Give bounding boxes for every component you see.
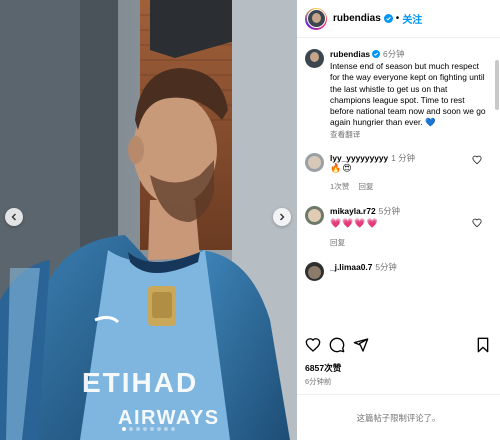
caption-time: 6分钟 [383, 49, 405, 59]
comment-icon[interactable] [329, 337, 345, 353]
chevron-left-icon [11, 213, 16, 221]
carousel-dot [129, 427, 133, 431]
post-header: rubendias • 关注 [297, 0, 500, 38]
comment-time: 5分钟 [375, 261, 397, 272]
carousel-dot [150, 427, 154, 431]
comments-list[interactable]: rubendias 6分钟 Intense end of season but m… [297, 43, 492, 326]
separator-dot: • [395, 13, 400, 24]
follow-button[interactable]: 关注 [402, 11, 422, 26]
carousel-dot [122, 427, 126, 431]
chevron-right-icon [280, 213, 285, 221]
see-translation-link[interactable]: 查看翻译 [330, 129, 490, 140]
carousel-dot [143, 427, 147, 431]
heart-icon[interactable] [305, 337, 321, 353]
next-slide-button[interactable] [273, 208, 291, 226]
carousel-dot [157, 427, 161, 431]
verified-icon [372, 50, 381, 58]
comment-item: mikayla.r72 5分钟 💗💗💗💗 回复 [297, 206, 492, 248]
like-comment-icon[interactable] [472, 155, 482, 165]
comment-avatar[interactable] [305, 206, 324, 226]
bookmark-icon[interactable] [475, 337, 491, 353]
caption-avatar[interactable] [305, 49, 324, 68]
carousel-indicator [0, 427, 297, 431]
carousel-dot [164, 427, 168, 431]
post-caption: rubendias 6分钟 Intense end of season but m… [297, 43, 492, 141]
reply-button[interactable]: 回复 [330, 237, 345, 248]
comment-text: 🔥😍 [330, 163, 353, 174]
carousel-dot [136, 427, 140, 431]
post-photo: ETIHAD AIRWAYS [0, 0, 297, 440]
svg-text:AIRWAYS: AIRWAYS [118, 407, 220, 429]
comments-scrollbar[interactable] [495, 60, 499, 110]
comment-username[interactable]: _j.limaa0.7 [330, 262, 372, 272]
comment-username[interactable]: lyy_yyyyyyyyy [330, 153, 388, 163]
comments-restricted-notice: 这篇帖子限制评论了。 [297, 394, 500, 440]
previous-slide-button[interactable] [5, 208, 23, 226]
comment-likes[interactable]: 1次赞 [330, 181, 349, 192]
svg-text:ETIHAD: ETIHAD [82, 367, 198, 398]
like-count[interactable]: 6857次赞 [305, 362, 341, 374]
comment-time: 1 分钟 [391, 152, 415, 163]
carousel-dot [171, 427, 175, 431]
post-time: 6分钟前 [305, 377, 332, 386]
post-panel: rubendias • 关注 rubendias 6分钟 Intense end … [297, 0, 500, 440]
profile-avatar[interactable] [305, 7, 327, 30]
verified-icon [383, 14, 393, 23]
comment-item: lyy_yyyyyyyyy 1 分钟 🔥😍 1次赞 回复 [297, 152, 492, 193]
post-media[interactable]: ETIHAD AIRWAYS [0, 0, 297, 440]
post-actions [305, 337, 493, 355]
reply-button[interactable]: 回复 [358, 181, 373, 192]
comment-text: 💗💗💗💗 [330, 219, 379, 230]
comment-time: 5分钟 [378, 206, 401, 217]
comment-avatar[interactable] [305, 261, 324, 281]
share-icon[interactable] [353, 337, 369, 353]
comment-username[interactable]: mikayla.r72 [330, 206, 376, 216]
comment-avatar[interactable] [305, 152, 324, 172]
like-comment-icon[interactable] [472, 218, 482, 228]
caption-username[interactable]: rubendias [330, 49, 370, 59]
caption-text: Intense end of season but much respect f… [330, 61, 486, 128]
header-username[interactable]: rubendias [333, 13, 381, 24]
comment-item: _j.limaa0.7 5分钟 [297, 261, 492, 281]
